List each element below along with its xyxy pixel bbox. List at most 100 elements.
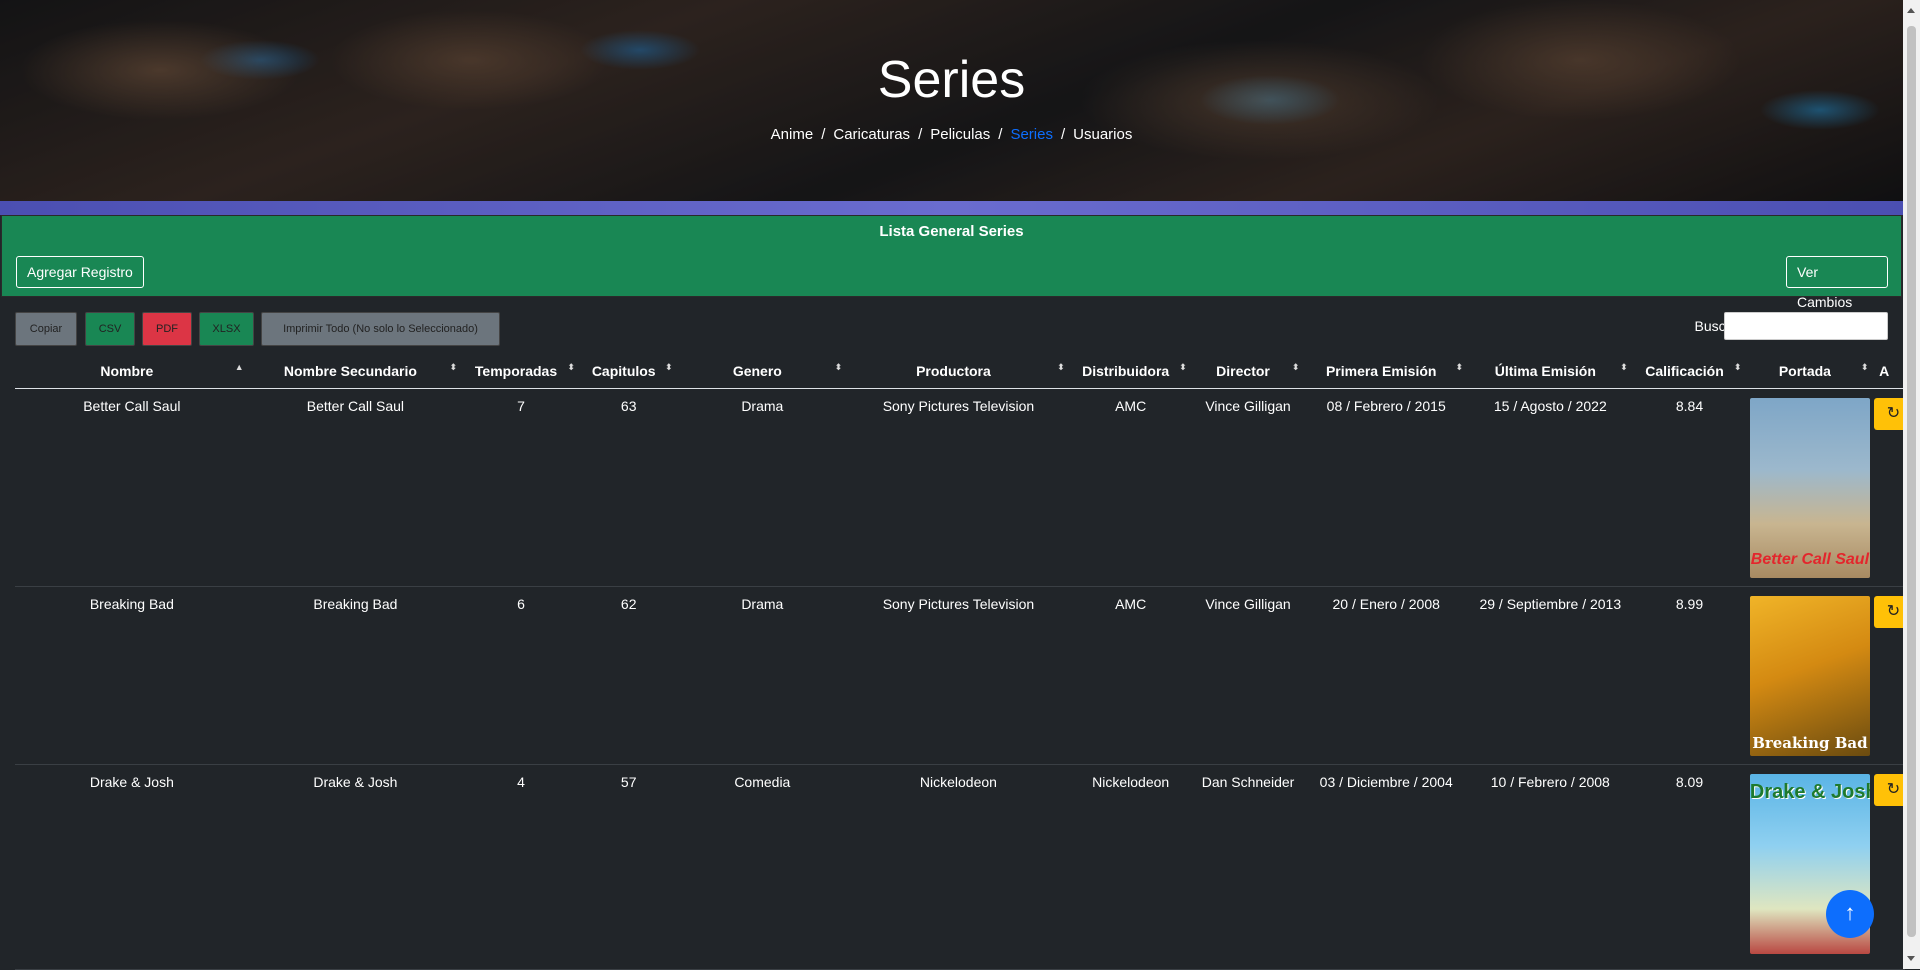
sort-asc-icon: ▲ <box>234 362 244 372</box>
cell-genero: Drama <box>677 388 848 587</box>
refresh-icon: ↻ <box>1886 781 1901 798</box>
col-header-portada[interactable]: Portada ⬍ <box>1746 354 1874 389</box>
col-header-temporadas[interactable]: Temporadas ⬍ <box>462 354 580 389</box>
poster-image: Better Call Saul <box>1749 398 1870 578</box>
cell-primera-emision: 08 / Febrero / 2015 <box>1304 388 1468 587</box>
cell-director: Vince Gilligan <box>1191 586 1305 765</box>
cell-ultima-emision: 29 / Septiembre / 2013 <box>1468 586 1633 765</box>
col-header-nombre[interactable]: Nombre ▲ <box>15 354 249 389</box>
col-header-ultima-emision[interactable]: Última Emisión ⬍ <box>1468 354 1633 389</box>
cell-nombre: Better Call Saul <box>15 388 249 587</box>
breadcrumb-usuarios[interactable]: Usuarios <box>1073 126 1132 143</box>
cell-acciones: ↻ <box>1873 388 1905 587</box>
cell-genero: Drama <box>677 586 848 765</box>
sort-icon: ⬍ <box>1291 362 1300 372</box>
header-banner: Series Anime / Caricaturas / Peliculas / Serie… <box>0 0 1903 201</box>
breadcrumb: Anime / Caricaturas / Peliculas / Series / Usuar… <box>0 126 1903 143</box>
sort-icon: ⬍ <box>1620 362 1628 372</box>
cell-calificacion: 8.09 <box>1632 764 1747 970</box>
xlsx-button[interactable]: XLSX <box>199 312 254 346</box>
cell-genero: Comedia <box>677 764 848 970</box>
cell-distribuidora: AMC <box>1069 586 1192 765</box>
cell-nombre: Breaking Bad <box>15 586 249 765</box>
cell-distribuidora: AMC <box>1069 388 1192 587</box>
table-row: Better Call Saul Better Call Saul 7 63 D… <box>15 388 1905 587</box>
copy-button[interactable]: Copiar <box>15 312 77 346</box>
cell-distribuidora: Nickelodeon <box>1069 764 1192 970</box>
breadcrumb-anime[interactable]: Anime <box>771 126 814 143</box>
refresh-button[interactable]: ↻ <box>1874 398 1905 430</box>
cell-productora: Sony Pictures Television <box>847 586 1070 765</box>
poster-title: Drake & Josh <box>1749 781 1870 803</box>
sort-icon: ⬍ <box>664 362 673 372</box>
list-header-panel: Lista General Series Agregar Registro Ve… <box>1 215 1902 310</box>
vertical-scrollbar[interactable] <box>1903 0 1920 969</box>
sort-icon: ⬍ <box>1455 362 1463 372</box>
col-header-distribuidora[interactable]: Distribuidora ⬍ <box>1069 354 1192 389</box>
cell-nombre-secundario: Drake & Josh <box>248 764 463 970</box>
list-title: Lista General Series <box>879 223 1024 240</box>
cell-acciones: ↻ <box>1873 764 1905 970</box>
sort-icon: ⬍ <box>1733 362 1742 372</box>
header-divider <box>0 201 1903 215</box>
sort-icon: ⬍ <box>449 362 458 372</box>
series-table: Nombre ▲ Nombre Secundario ⬍ Temporadas ⬍ C… <box>15 354 1905 970</box>
col-header-primera-emision[interactable]: Primera Emisión ⬍ <box>1304 354 1468 389</box>
breadcrumb-series[interactable]: Series <box>1010 126 1053 143</box>
cell-primera-emision: 20 / Enero / 2008 <box>1304 586 1468 765</box>
cell-capitulos: 62 <box>579 586 678 765</box>
cell-primera-emision: 03 / Diciembre / 2004 <box>1304 764 1468 970</box>
sort-icon: ⬍ <box>1057 362 1065 372</box>
cell-director: Vince Gilligan <box>1191 388 1305 587</box>
cell-nombre-secundario: Breaking Bad <box>248 586 463 765</box>
cell-director: Dan Schneider <box>1191 764 1305 970</box>
cell-productora: Sony Pictures Television <box>847 388 1070 587</box>
scrollbar-thumb[interactable] <box>1907 26 1916 937</box>
refresh-button[interactable]: ↻ <box>1874 774 1905 806</box>
cell-calificacion: 8.99 <box>1632 586 1747 765</box>
scroll-down-icon[interactable] <box>1907 956 1915 961</box>
back-to-top-button[interactable]: ↑ <box>1826 890 1874 938</box>
col-header-productora[interactable]: Productora ⬍ <box>847 354 1070 389</box>
breadcrumb-separator: / <box>821 126 826 143</box>
breadcrumb-caricaturas[interactable]: Caricaturas <box>833 126 910 143</box>
col-header-acciones[interactable]: A <box>1873 354 1905 389</box>
cell-temporadas: 7 <box>462 388 580 587</box>
cell-capitulos: 57 <box>579 764 678 970</box>
scroll-up-icon[interactable] <box>1907 8 1915 13</box>
cell-portada: Breaking Bad <box>1746 586 1874 765</box>
col-header-capitulos[interactable]: Capitulos ⬍ <box>579 354 678 389</box>
add-record-button[interactable]: Agregar Registro <box>16 256 144 288</box>
cell-nombre-secundario: Better Call Saul <box>248 388 463 587</box>
breadcrumb-peliculas[interactable]: Peliculas <box>930 126 990 143</box>
cell-temporadas: 6 <box>462 586 580 765</box>
sort-icon: ⬍ <box>1860 362 1869 372</box>
search-input[interactable] <box>1724 312 1888 340</box>
breadcrumb-separator: / <box>918 126 923 143</box>
cell-capitulos: 63 <box>579 388 678 587</box>
page-title: Series <box>877 51 1026 109</box>
col-header-nombre-secundario[interactable]: Nombre Secundario ⬍ <box>248 354 463 389</box>
breadcrumb-separator: / <box>1060 126 1066 143</box>
table-header-row: Nombre ▲ Nombre Secundario ⬍ Temporadas ⬍ C… <box>15 354 1905 389</box>
cell-ultima-emision: 10 / Febrero / 2008 <box>1468 764 1633 970</box>
refresh-icon: ↻ <box>1886 405 1901 422</box>
print-all-button[interactable]: Imprimir Todo (No solo lo Seleccionado) <box>261 312 500 346</box>
sort-icon: ⬍ <box>567 362 575 372</box>
cell-acciones: ↻ <box>1873 586 1905 765</box>
cell-calificacion: 8.84 <box>1632 388 1747 587</box>
view-changes-button[interactable]: Ver Cambios <box>1786 256 1888 310</box>
refresh-button[interactable]: ↻ <box>1874 596 1905 628</box>
cell-temporadas: 4 <box>462 764 580 970</box>
cell-ultima-emision: 15 / Agosto / 2022 <box>1468 388 1633 587</box>
breadcrumb-separator: / <box>998 126 1003 143</box>
table-row: Breaking Bad Breaking Bad 6 62 Drama Son… <box>15 586 1905 765</box>
col-header-director[interactable]: Director ⬍ <box>1191 354 1305 389</box>
table-row: Drake & Josh Drake & Josh 4 57 Comedia N… <box>15 764 1905 970</box>
poster-image: Breaking Bad <box>1749 596 1870 756</box>
poster-title: Better Call Saul <box>1750 551 1870 568</box>
col-header-genero[interactable]: Genero ⬍ <box>677 354 848 389</box>
col-header-calificacion[interactable]: Calificación ⬍ <box>1632 354 1747 389</box>
pdf-button[interactable]: PDF <box>142 312 192 346</box>
csv-button[interactable]: CSV <box>85 312 135 346</box>
